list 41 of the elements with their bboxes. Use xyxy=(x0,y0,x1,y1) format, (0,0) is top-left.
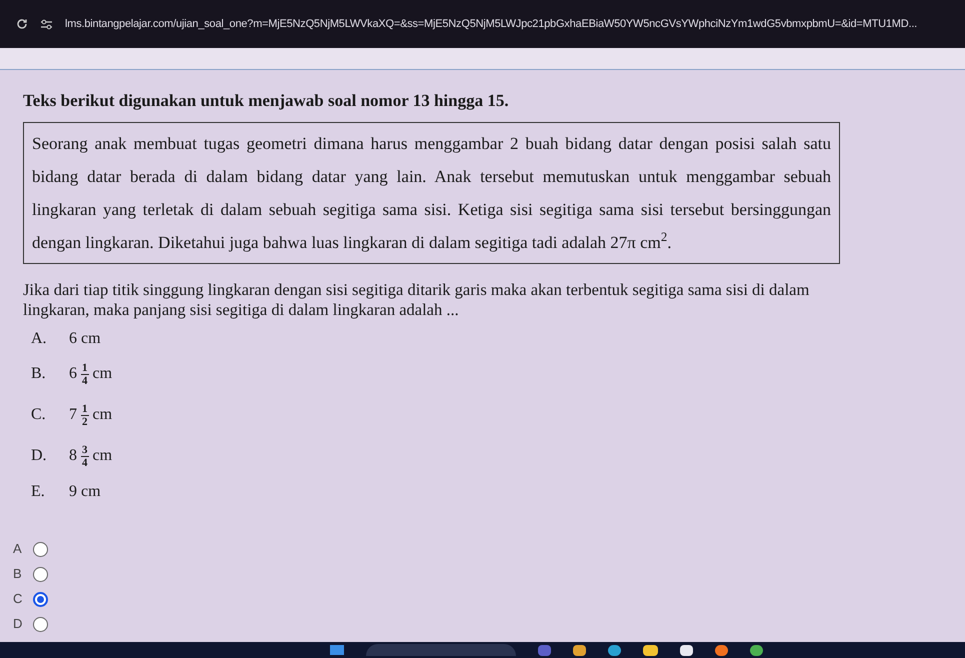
option-whole: 6 xyxy=(69,364,77,384)
option-whole: 8 xyxy=(69,446,77,466)
answer-radio[interactable] xyxy=(33,616,48,632)
app-icon[interactable] xyxy=(715,644,728,656)
fraction-numerator: 3 xyxy=(81,444,88,456)
option-value: 6 cm xyxy=(69,328,101,348)
option-letter: A. xyxy=(31,328,48,348)
fraction-denominator: 4 xyxy=(82,374,88,386)
option-letter: D. xyxy=(31,446,48,466)
answer-letter: C xyxy=(13,590,21,608)
answer-radio[interactable] xyxy=(33,566,48,582)
app-icon[interactable] xyxy=(750,644,763,656)
answer-radio[interactable] xyxy=(33,542,48,556)
url-text[interactable]: lms.bintangpelajar.com/ujian_soal_one?m=MjE5NzQ5NjM5LWVkaXQ=&ss=MjE5NzQ5NjM5LWJpc21pbGxhaEBiaW50YW5ncGVsYWphciNzYm1wdG5vbmxpbmU=&id=MTU1MD... xyxy=(65,16,918,32)
app-icon[interactable] xyxy=(608,644,621,656)
option-letter: B. xyxy=(31,364,47,384)
option-letter: E. xyxy=(31,482,46,502)
site-settings-icon[interactable] xyxy=(40,18,53,30)
fraction-denominator: 2 xyxy=(82,416,88,428)
option-unit: cm xyxy=(92,364,112,384)
intro-text: Teks berikut digunakan untuk menjawab soal nomor 13 hingga 15. xyxy=(23,90,510,112)
question-text: Jika dari tiap titik singgung lingkaran dengan sisi segitiga ditarik garis maka akan terbentuk segitiga sama sisi di dalam lingkaran, maka panjang sisi segitiga di dalam lingkaran adalah ... xyxy=(23,280,810,320)
taskbar-search-field[interactable] xyxy=(366,644,516,656)
option-unit: cm xyxy=(92,446,112,466)
answer-letter: D xyxy=(13,615,21,634)
option-unit: cm xyxy=(92,405,112,425)
option-letter: C. xyxy=(31,405,47,425)
option-whole: 7 xyxy=(69,405,77,425)
fraction-denominator: 4 xyxy=(82,456,88,468)
app-icon[interactable] xyxy=(573,644,586,656)
folder-icon[interactable] xyxy=(643,644,658,656)
answer-radio[interactable] xyxy=(33,592,48,606)
fraction-numerator: 1 xyxy=(81,402,88,416)
passage-box: Seorang anak membuat tugas geometri dimana harus menggambar 2 buah bidang datar dengan posisi salah satu bidang datar berada di dalam bidang datar yang lain. Anak tersebut memutuskan untuk menggambar sebuah lingkaran yang terletak di dalam sebuah segitiga sama sisi. Ketiga sisi segitiga sama sisi tersebut bersinggungan dengan lingkaran. Diketahui juga bahwa luas lingkaran di dalam segitiga tadi adalah 27π cm$^{2}$. xyxy=(23,122,840,264)
option-value: 9 cm xyxy=(69,482,101,502)
fraction-numerator: 1 xyxy=(81,362,88,374)
answer-letter: B xyxy=(13,565,21,584)
answer-letter: A xyxy=(13,540,21,558)
reload-icon[interactable] xyxy=(16,18,28,30)
app-icon[interactable] xyxy=(680,644,693,656)
start-icon[interactable] xyxy=(330,645,344,655)
